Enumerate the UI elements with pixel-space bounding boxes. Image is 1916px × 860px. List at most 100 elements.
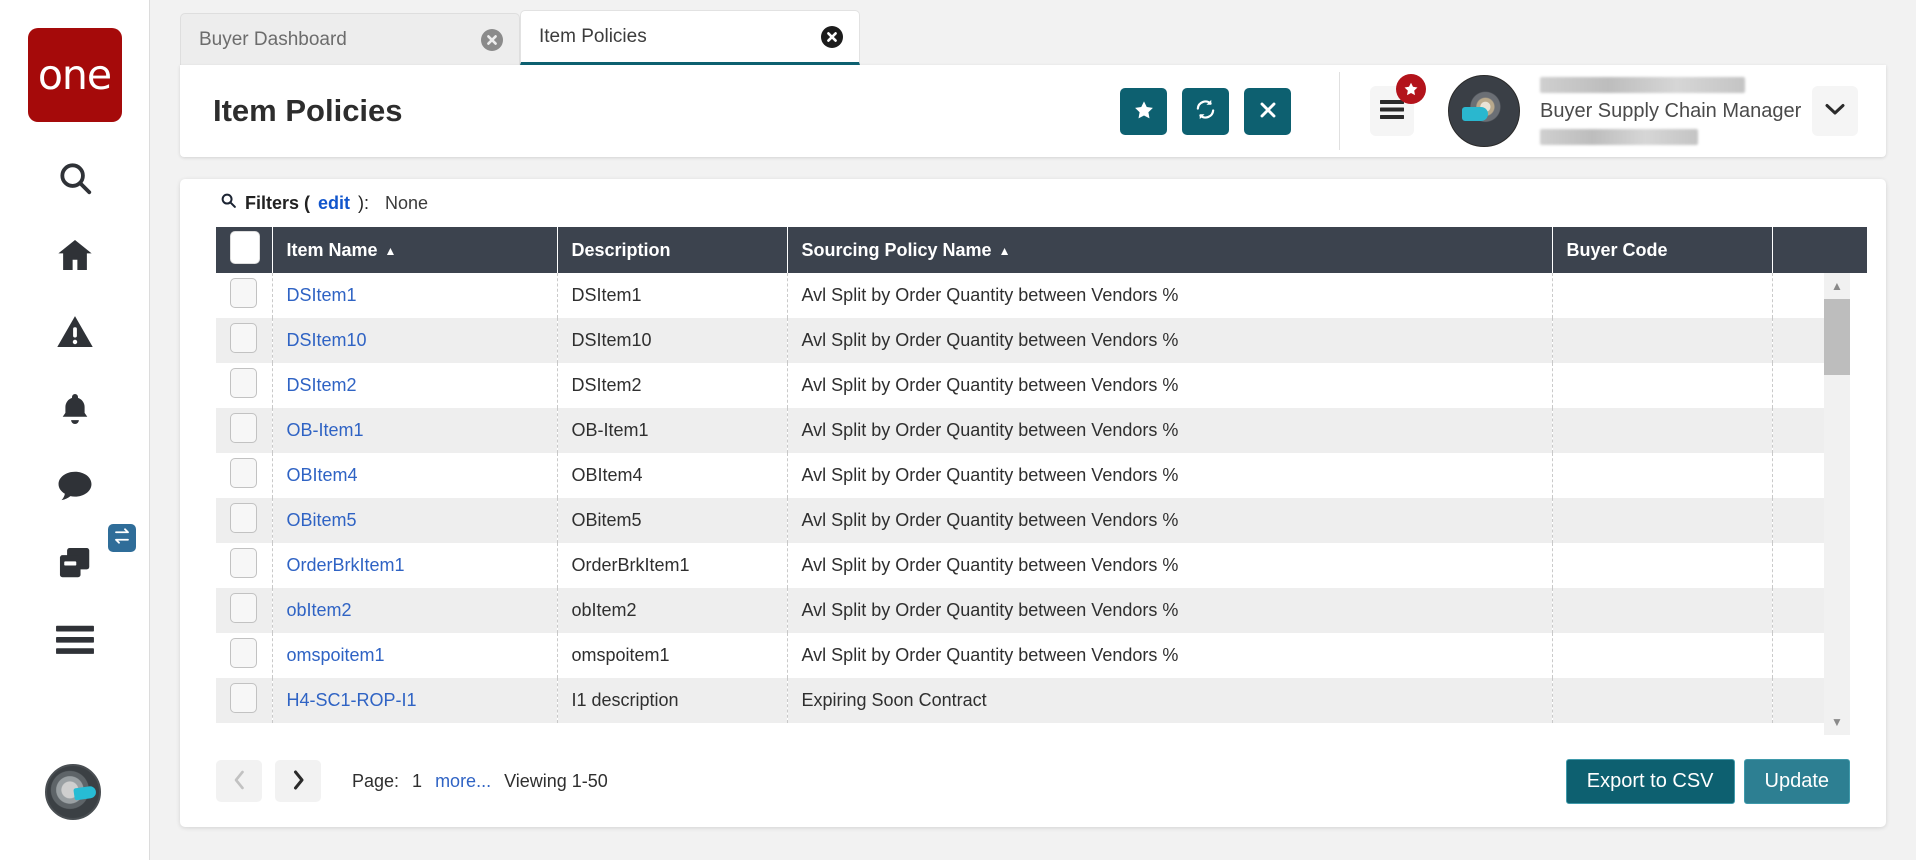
search-icon (56, 159, 94, 197)
column-header-description[interactable]: Description (557, 227, 787, 273)
table-row[interactable]: OBitem5OBitem5Avl Split by Order Quantit… (216, 498, 1850, 543)
row-checkbox-cell (216, 543, 272, 588)
tab-item-policies[interactable]: Item Policies (520, 10, 860, 65)
item-name-link[interactable]: OBitem5 (287, 510, 357, 530)
sidebar-item-notifications[interactable] (45, 379, 105, 439)
scroll-up-icon[interactable]: ▲ (1824, 273, 1850, 299)
row-checkbox[interactable] (230, 413, 257, 443)
cell-description: omspoitem1 (557, 633, 787, 678)
chevron-down-icon (1825, 103, 1845, 119)
cell-description: OBItem4 (557, 453, 787, 498)
column-header-buyer-code[interactable]: Buyer Code (1552, 227, 1772, 273)
row-checkbox-cell (216, 678, 272, 723)
scrollbar-thumb[interactable] (1824, 299, 1850, 375)
table-row[interactable]: DSItem2DSItem2Avl Split by Order Quantit… (216, 363, 1850, 408)
cell-buyer-code (1552, 543, 1772, 588)
cell-sourcing-policy-name: Avl Split by Order Quantity between Vend… (787, 453, 1552, 498)
tab-buyer-dashboard[interactable]: Buyer Dashboard (180, 13, 520, 65)
row-checkbox[interactable] (230, 683, 257, 713)
item-name-link[interactable]: DSItem2 (287, 375, 357, 395)
cell-sourcing-policy-name: Avl Split by Order Quantity between Vend… (787, 363, 1552, 408)
page-number: 1 (412, 771, 422, 792)
row-checkbox[interactable] (230, 278, 257, 308)
sidebar-item-menu[interactable] (45, 610, 105, 670)
user-meta: Buyer Supply Chain Manager (1540, 77, 1790, 145)
item-name-link[interactable]: DSItem1 (287, 285, 357, 305)
cell-item-name: OBItem4 (272, 453, 557, 498)
cell-buyer-code (1552, 363, 1772, 408)
refresh-button[interactable] (1182, 88, 1229, 135)
table-row[interactable]: OBItem4OBItem4Avl Split by Order Quantit… (216, 453, 1850, 498)
table-row[interactable]: DSItem1DSItem1Avl Split by Order Quantit… (216, 273, 1850, 318)
row-checkbox[interactable] (230, 593, 257, 623)
row-checkbox-cell (216, 318, 272, 363)
table-row[interactable]: H4-SC1-ROP-I1I1 descriptionExpiring Soon… (216, 678, 1850, 723)
bot-avatar[interactable] (45, 764, 101, 820)
cell-sourcing-policy-name: Avl Split by Order Quantity between Vend… (787, 318, 1552, 363)
sidebar-item-home[interactable] (45, 225, 105, 285)
cell-description: DSItem2 (557, 363, 787, 408)
more-pages-link[interactable]: more... (435, 771, 491, 792)
cell-buyer-code (1552, 318, 1772, 363)
item-name-link[interactable]: OB-Item1 (287, 420, 364, 440)
sidebar-item-workspaces[interactable] (45, 533, 105, 593)
tab-close-icon[interactable] (821, 26, 843, 48)
item-name-link[interactable]: obItem2 (287, 600, 352, 620)
cell-sourcing-policy-name: Avl Split by Order Quantity between Vend… (787, 633, 1552, 678)
chat-icon (56, 467, 94, 505)
item-name-link[interactable]: OrderBrkItem1 (287, 555, 405, 575)
cell-description: obItem2 (557, 588, 787, 633)
column-label: Sourcing Policy Name (802, 240, 992, 260)
cell-item-name: OB-Item1 (272, 408, 557, 453)
star-badge-icon (1396, 74, 1426, 104)
row-checkbox[interactable] (230, 368, 257, 398)
header-divider (1339, 72, 1340, 150)
sidebar-item-messages[interactable] (45, 456, 105, 516)
export-to-csv-button[interactable]: Export to CSV (1566, 759, 1735, 804)
next-page-button[interactable] (275, 760, 321, 802)
filters-edit-link[interactable]: edit (318, 193, 350, 214)
row-checkbox[interactable] (230, 323, 257, 353)
user-menu-button[interactable] (1812, 86, 1858, 136)
sidebar-item-alerts[interactable] (45, 302, 105, 362)
swap-icon (113, 527, 131, 550)
cell-buyer-code (1552, 408, 1772, 453)
sidebar-item-search[interactable] (45, 148, 105, 208)
row-checkbox[interactable] (230, 458, 257, 488)
close-icon (1258, 100, 1278, 123)
item-name-link[interactable]: omspoitem1 (287, 645, 385, 665)
table-row[interactable]: OrderBrkItem1OrderBrkItem1Avl Split by O… (216, 543, 1850, 588)
cell-item-name: DSItem10 (272, 318, 557, 363)
data-table: Item Name▲ Description Sourcing Policy N… (216, 227, 1850, 735)
favorite-button[interactable] (1120, 88, 1167, 135)
row-checkbox[interactable] (230, 638, 257, 668)
cell-item-name: omspoitem1 (272, 633, 557, 678)
row-checkbox[interactable] (230, 503, 257, 533)
previous-page-button[interactable] (216, 760, 262, 802)
tab-close-icon[interactable] (481, 29, 503, 51)
table-row[interactable]: OB-Item1OB-Item1Avl Split by Order Quant… (216, 408, 1850, 453)
table-row[interactable]: DSItem10DSItem10Avl Split by Order Quant… (216, 318, 1850, 363)
close-button[interactable] (1244, 88, 1291, 135)
table-row[interactable]: obItem2obItem2Avl Split by Order Quantit… (216, 588, 1850, 633)
tab-label: Buyer Dashboard (199, 29, 481, 51)
column-header-sourcing-policy-name[interactable]: Sourcing Policy Name▲ (787, 227, 1552, 273)
swap-icon-button[interactable] (108, 524, 136, 552)
select-all-checkbox[interactable] (230, 231, 260, 264)
app-logo[interactable]: one (28, 28, 122, 122)
table-vertical-scrollbar[interactable]: ▲ ▼ (1824, 273, 1850, 735)
avatar[interactable] (1448, 75, 1520, 147)
item-name-link[interactable]: H4-SC1-ROP-I1 (287, 690, 417, 710)
filters-label-end: ): (358, 193, 369, 214)
item-name-link[interactable]: DSItem10 (287, 330, 367, 350)
row-checkbox[interactable] (230, 548, 257, 578)
page-label: Page: (352, 771, 399, 792)
column-header-item-name[interactable]: Item Name▲ (272, 227, 557, 273)
item-name-link[interactable]: OBItem4 (287, 465, 358, 485)
row-checkbox-cell (216, 408, 272, 453)
cell-buyer-code (1552, 273, 1772, 318)
table-row[interactable]: omspoitem1omspoitem1Avl Split by Order Q… (216, 633, 1850, 678)
scroll-down-icon[interactable]: ▼ (1824, 709, 1850, 735)
cell-sourcing-policy-name: Avl Split by Order Quantity between Vend… (787, 273, 1552, 318)
update-button[interactable]: Update (1744, 759, 1851, 804)
